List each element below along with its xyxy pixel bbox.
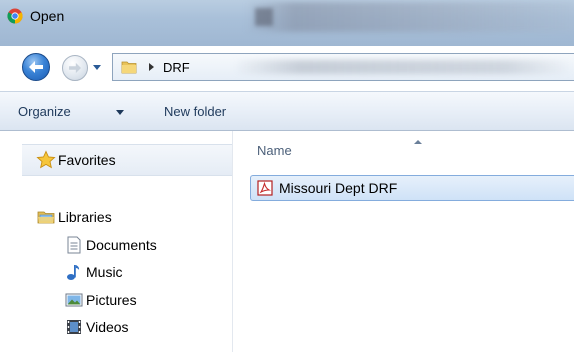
blurred-address-text: [233, 60, 573, 74]
address-bar[interactable]: DRF: [112, 53, 574, 81]
arrow-right-icon: [69, 62, 81, 74]
recent-locations-dropdown[interactable]: [93, 65, 101, 70]
navigation-row: DRF: [0, 48, 574, 90]
navigation-pane: Favorites Libraries Documents Music Pict…: [0, 131, 233, 352]
chevron-down-icon: [116, 110, 124, 115]
new-folder-button[interactable]: New folder: [164, 104, 226, 119]
pictures-icon: [65, 293, 83, 307]
nav-label-videos: Videos: [86, 319, 129, 335]
column-header-name[interactable]: Name: [257, 143, 292, 158]
videos-icon: [67, 320, 81, 334]
title-bar[interactable]: Open: [0, 0, 574, 46]
nav-label-libraries: Libraries: [58, 209, 112, 225]
open-dialog: Open DRF Organize New folder Favorites L…: [0, 0, 574, 352]
pdf-icon: [257, 180, 273, 196]
music-icon: [67, 265, 80, 280]
folder-icon: [121, 61, 137, 74]
documents-icon: [67, 236, 81, 254]
breadcrumb-separator-icon[interactable]: [149, 63, 154, 71]
chrome-icon: [7, 8, 23, 24]
nav-label-documents: Documents: [86, 237, 157, 253]
blurred-background-icon: [255, 8, 273, 26]
file-row[interactable]: Missouri Dept DRF: [250, 175, 574, 201]
file-name: Missouri Dept DRF: [279, 180, 398, 196]
window-title: Open: [30, 8, 65, 24]
back-button[interactable]: [22, 53, 50, 81]
blurred-background-window: [245, 2, 574, 32]
breadcrumb-drf[interactable]: DRF: [163, 60, 190, 75]
nav-label-pictures: Pictures: [86, 292, 137, 308]
organize-button[interactable]: Organize: [18, 104, 71, 119]
libraries-icon: [37, 211, 55, 224]
sort-ascending-icon: [414, 140, 422, 144]
arrow-left-icon: [29, 61, 43, 73]
forward-button[interactable]: [62, 55, 88, 81]
nav-label-music: Music: [86, 264, 123, 280]
star-icon: [36, 150, 56, 169]
command-toolbar: Organize New folder: [0, 91, 574, 131]
file-list-pane: Name Missouri Dept DRF: [233, 131, 574, 352]
nav-label-favorites: Favorites: [58, 152, 116, 168]
